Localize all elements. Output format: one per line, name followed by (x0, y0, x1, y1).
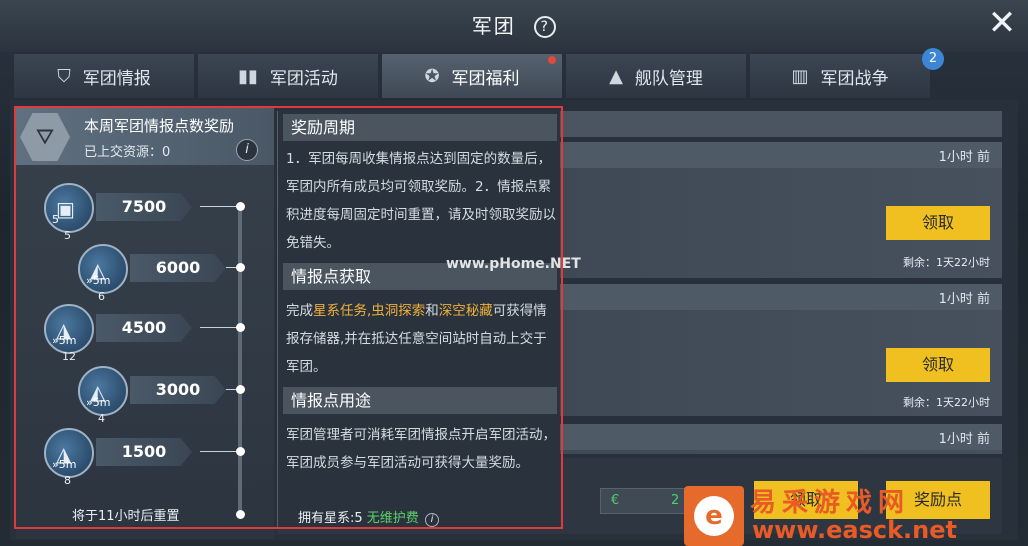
credit-value: 2 (671, 493, 680, 508)
remaining-time: 剩余：1天22小时 (903, 396, 990, 409)
reward-count: 12 (62, 350, 76, 363)
tier-points: 7500 (96, 193, 192, 221)
reward-item-icon[interactable]: ◮ »5m (44, 304, 94, 354)
tab-label: 军团福利 (451, 68, 520, 89)
reward-tier: ◭ »5m 4 3000 (78, 366, 254, 426)
reward-count: 4 (98, 412, 105, 425)
popup-section-heading: 奖励周期 (283, 114, 557, 141)
easck-watermark-title: 易采游戏网 (750, 488, 911, 518)
book-icon: ▮▮ (238, 65, 258, 87)
info-popup: 奖励周期 1．军团每周收集情报点达到固定的数量后，军团内所有成员均可领取奖励。2… (277, 111, 560, 527)
reward-time: 1小时 前 (938, 150, 990, 165)
war-count-badge: 2 (922, 48, 944, 70)
easck-logo-letter: e (694, 496, 734, 536)
tab-label: 军团活动 (269, 68, 338, 89)
page-title: 军团 ? (0, 10, 1028, 39)
site-watermark: www.pHome.NET (446, 256, 581, 272)
tier-connector (200, 451, 240, 452)
reward-panel-title: 本周军团情报点数奖励 (84, 117, 235, 135)
acquire-prefix: 完成 (286, 303, 313, 319)
tab-fleet-management[interactable]: ▲ 舰队管理 (566, 54, 746, 98)
easck-logo-icon: e (684, 486, 744, 546)
easck-watermark-url: www.easck.net (752, 516, 957, 544)
tab-bar: ⛉ 军团情报 ▮▮ 军团活动 ✪ 军团福利 ▲ 舰队管理 ▥ 军团战争 2 (14, 48, 1018, 98)
reward-count: 6 (98, 290, 105, 303)
tier-marker (236, 385, 245, 394)
tab-label: 舰队管理 (634, 68, 703, 89)
info-icon[interactable]: i (236, 139, 258, 161)
reward-tier: ◭ »5m 6 6000 (78, 244, 254, 304)
maintenance-status: 无维护费 (366, 511, 419, 526)
usage-text: 军团管理者可消耗军团情报点开启军团活动，军团成员参与军团活动可获得大量奖励。 (286, 427, 556, 471)
fleet-icon: ▲ (609, 65, 623, 87)
weekly-reward-panel: ⛛ 本周军团情报点数奖励 已上交资源：0 i ▣ 5 5 7500 ◭ »5m … (16, 107, 274, 539)
reward-tag: »5m (86, 274, 111, 287)
tier-points: 3000 (130, 376, 226, 404)
owned-galaxies: 拥有星系:5 无维护费 i (298, 507, 439, 527)
deep-space-treasure-text: 深空秘藏 (438, 303, 493, 319)
reward-tag: 5 (52, 213, 59, 226)
popup-section-heading: 情报点用途 (283, 387, 557, 414)
tier-marker (236, 447, 245, 456)
reward-cycle-text: 1．军团每周收集情报点达到固定的数量后，军团内所有成员均可领取奖励。2．情报点累… (286, 151, 556, 251)
tier-points: 4500 (96, 314, 192, 342)
tier-marker (236, 263, 245, 272)
tier-marker (236, 202, 245, 211)
credit-icon: € (611, 493, 620, 508)
reward-item-icon[interactable]: ▣ 5 (44, 183, 94, 233)
galaxy-mission-text: 星系任务 (313, 303, 367, 319)
reward-time: 1小时 前 (938, 432, 990, 447)
tier-marker (236, 510, 245, 519)
claim-button[interactable]: 领取 (886, 206, 990, 240)
gift-icon: ✪ (424, 65, 440, 87)
acquire-text: 完成星系任务,虫洞探索和深空秘藏可获得情报存储器,并在抵达任意空间站时自动上交于… (286, 297, 556, 381)
tab-label: 军团情报 (82, 68, 151, 89)
war-icon: ▥ (791, 65, 809, 87)
credit-field: € 2 (600, 488, 690, 514)
page-title-text: 军团 (471, 14, 516, 38)
tab-legion-welfare[interactable]: ✪ 军团福利 (382, 54, 562, 98)
submitted-resources: 已上交资源：0 (84, 145, 171, 160)
reward-item-icon[interactable]: ◭ »5m (78, 366, 128, 416)
reward-count: 8 (64, 474, 71, 487)
tier-connector (200, 206, 240, 207)
help-icon[interactable]: ? (534, 16, 557, 38)
reward-tier: ◮ »5m 8 1500 (44, 428, 254, 488)
reward-tier: ▣ 5 5 7500 (44, 183, 254, 243)
reward-count: 5 (64, 229, 71, 242)
tier-marker (236, 323, 245, 332)
separator: 和 (425, 303, 439, 319)
owned-galaxies-label: 拥有星系:5 (298, 511, 363, 526)
shield-icon: ⛉ (57, 65, 71, 87)
tier-connector (200, 327, 240, 328)
notification-dot (548, 56, 556, 64)
tier-points: 6000 (130, 254, 226, 282)
reward-tag: »5m (86, 396, 111, 409)
reward-item-icon[interactable]: ◮ »5m (44, 428, 94, 478)
reward-time: 1小时 前 (938, 292, 990, 307)
reward-item-icon[interactable]: ◭ »5m (78, 244, 128, 294)
reward-tier: ◮ »5m 12 4500 (44, 304, 254, 364)
tab-legion-intel[interactable]: ⛉ 军团情报 (14, 54, 194, 98)
reward-tag: »5m (52, 334, 77, 347)
reward-tag: »5m (52, 458, 77, 471)
wormhole-exploration-text: 虫洞探索 (371, 303, 426, 319)
tab-legion-war[interactable]: ▥ 军团战争 2 (750, 48, 944, 98)
close-icon[interactable]: ✕ (984, 6, 1020, 42)
claim-button[interactable]: 领取 (886, 348, 990, 382)
reset-countdown: 将于11小时后重置 (72, 509, 180, 524)
tab-label: 军团战争 (820, 68, 889, 89)
tab-legion-activity[interactable]: ▮▮ 军团活动 (198, 54, 378, 98)
remaining-time: 剩余：1天22小时 (903, 256, 990, 269)
info-icon[interactable]: i (424, 513, 439, 527)
tier-points: 1500 (96, 438, 192, 466)
